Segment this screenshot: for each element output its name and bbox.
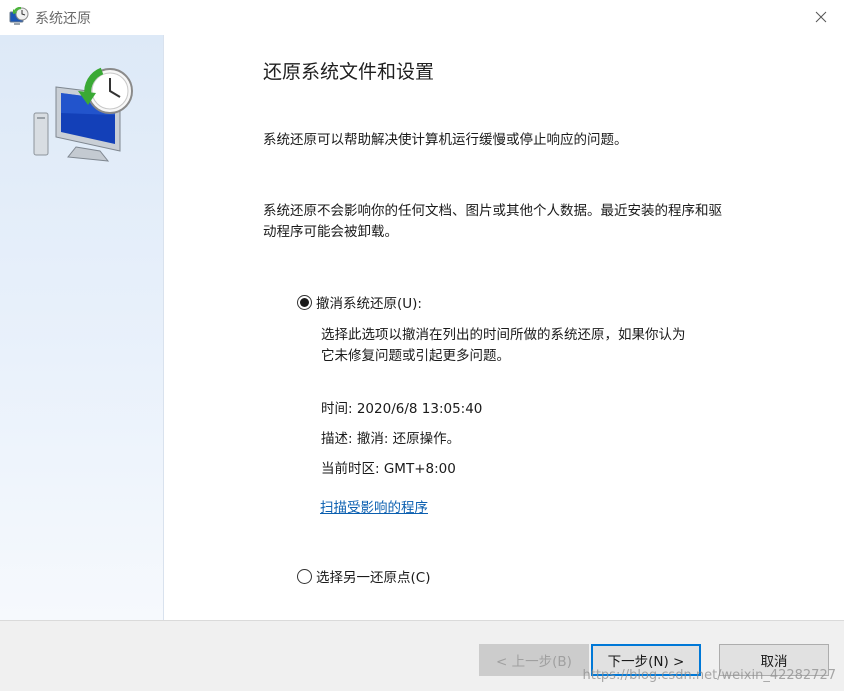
radio-choose-other[interactable]: 选择另一还原点(C) — [297, 566, 430, 586]
close-icon — [815, 11, 827, 22]
radio-undo-label: 撤消系统还原(U): — [316, 296, 422, 312]
info-text-line2: 动程序可能会被卸载。 — [263, 224, 398, 240]
radio-other-label: 选择另一还原点(C) — [316, 570, 431, 586]
undo-description-line2: 它未修复问题或引起更多问题。 — [321, 348, 510, 364]
sidebar-banner — [0, 35, 164, 620]
system-restore-icon — [9, 7, 29, 25]
page-title: 还原系统文件和设置 — [263, 61, 435, 83]
radio-selected-dot — [300, 297, 309, 307]
watermark: https://blog.csdn.net/weixin_42282727 — [582, 668, 836, 683]
close-button[interactable] — [798, 0, 844, 33]
main-content: 还原系统文件和设置 系统还原可以帮助解决使计算机运行缓慢或停止响应的问题。 系统… — [164, 35, 844, 620]
current-timezone: 当前时区: GMT+8:00 — [321, 461, 456, 477]
undo-description-line1: 选择此选项以撤消在列出的时间所做的系统还原，如果你认为 — [321, 327, 686, 343]
radio-undo-restore[interactable]: 撤消系统还原(U): — [297, 292, 422, 312]
restore-time: 时间: 2020/6/8 13:05:40 — [321, 401, 483, 417]
scan-affected-programs-link[interactable]: 扫描受影响的程序 — [320, 496, 428, 516]
title-bar: 系统还原 — [0, 0, 844, 35]
restore-description: 描述: 撤消: 还原操作。 — [321, 431, 461, 447]
back-button[interactable]: < 上一步(B) — [479, 644, 589, 676]
radio-undo-circle[interactable] — [297, 294, 312, 310]
system-restore-hero-icon — [33, 67, 133, 162]
info-text: 系统还原不会影响你的任何文档、图片或其他个人数据。最近安装的程序和驱 动程序可能… — [263, 201, 823, 243]
undo-description: 选择此选项以撤消在列出的时间所做的系统还原，如果你认为 它未修复问题或引起更多问… — [321, 325, 751, 367]
intro-text: 系统还原可以帮助解决使计算机运行缓慢或停止响应的问题。 — [263, 132, 628, 148]
info-text-line1: 系统还原不会影响你的任何文档、图片或其他个人数据。最近安装的程序和驱 — [263, 203, 722, 219]
radio-other-circle[interactable] — [297, 568, 312, 584]
window-title: 系统还原 — [35, 11, 91, 27]
